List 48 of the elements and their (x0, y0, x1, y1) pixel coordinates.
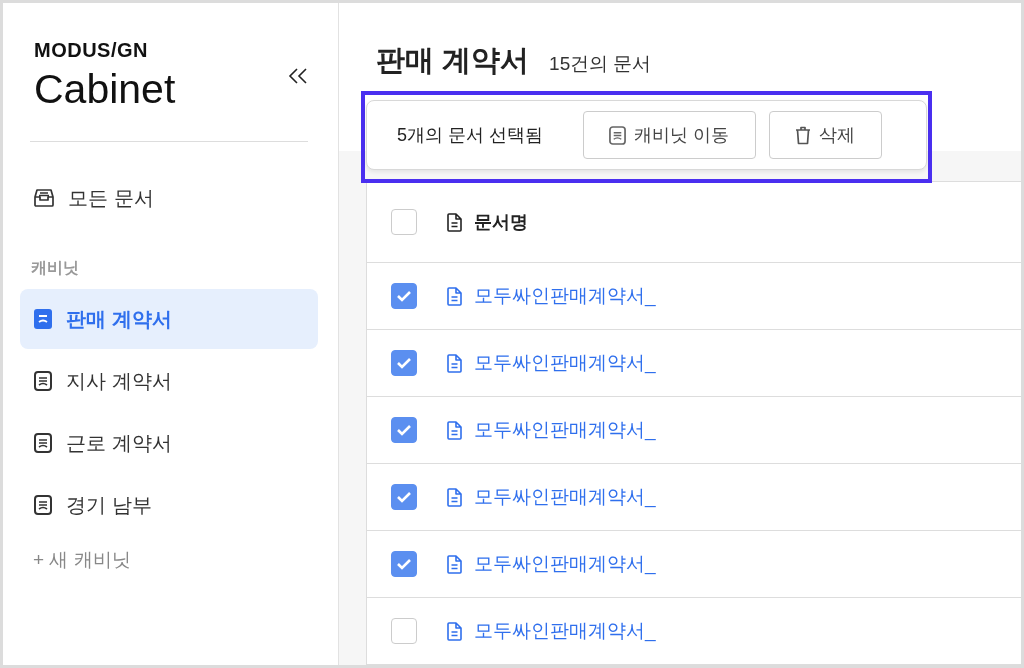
checkbox[interactable] (391, 484, 417, 510)
column-header: 문서명 (474, 211, 528, 234)
check-icon (396, 357, 412, 369)
new-cabinet-link[interactable]: + 새 캐비닛 (33, 547, 131, 573)
checkbox[interactable] (391, 618, 417, 644)
collapse-icon[interactable] (288, 67, 308, 85)
app-title: Cabinet (34, 66, 176, 113)
document-icon (447, 286, 462, 306)
document-link[interactable]: 모두싸인판매계약서_ (447, 551, 656, 577)
checkbox[interactable] (391, 209, 417, 235)
section-label: 캐비닛 (31, 258, 80, 278)
checkbox[interactable] (391, 551, 417, 577)
document-icon (447, 621, 462, 641)
sidebar-item[interactable]: 지사 계약서 (20, 351, 318, 411)
sidebar-item[interactable]: 경기 남부 (20, 475, 318, 535)
document-icon (447, 487, 462, 507)
inbox-icon (34, 189, 54, 207)
cabinet-icon (34, 309, 52, 329)
checkbox[interactable] (391, 417, 417, 443)
check-icon (396, 290, 412, 302)
cabinet-icon (34, 495, 52, 515)
cabinet-icon (609, 125, 626, 145)
document-icon (447, 212, 462, 232)
document-link[interactable]: 모두싸인판매계약서_ (447, 350, 656, 376)
sidebar-item[interactable]: 모든 문서 (20, 168, 318, 228)
sidebar-item[interactable]: 근로 계약서 (20, 413, 318, 473)
check-icon (396, 424, 412, 436)
delete-button[interactable]: 삭제 (769, 111, 883, 159)
document-link[interactable]: 모두싸인판매계약서_ (447, 484, 656, 510)
document-count: 15건의 문서 (549, 52, 652, 76)
document-link[interactable]: 모두싸인판매계약서_ (447, 417, 656, 443)
selection-count: 5개의 문서 선택됨 (397, 124, 543, 147)
checkbox[interactable] (391, 283, 417, 309)
move-button[interactable]: 캐비닛 이동 (583, 111, 757, 159)
check-icon (396, 491, 412, 503)
document-icon (447, 554, 462, 574)
trash-icon (795, 125, 812, 145)
cabinet-icon (34, 371, 52, 391)
check-icon (396, 558, 412, 570)
checkbox[interactable] (391, 350, 417, 376)
page-title: 판매 계약서 (376, 43, 530, 78)
sidebar-item[interactable]: 판매 계약서 (20, 289, 318, 349)
document-link[interactable]: 모두싸인판매계약서_ (447, 618, 656, 644)
cabinet-icon (34, 433, 52, 453)
brand-company: MODUS/GN (34, 39, 149, 62)
document-icon (447, 420, 462, 440)
document-link[interactable]: 모두싸인판매계약서_ (447, 283, 656, 309)
document-icon (447, 353, 462, 373)
